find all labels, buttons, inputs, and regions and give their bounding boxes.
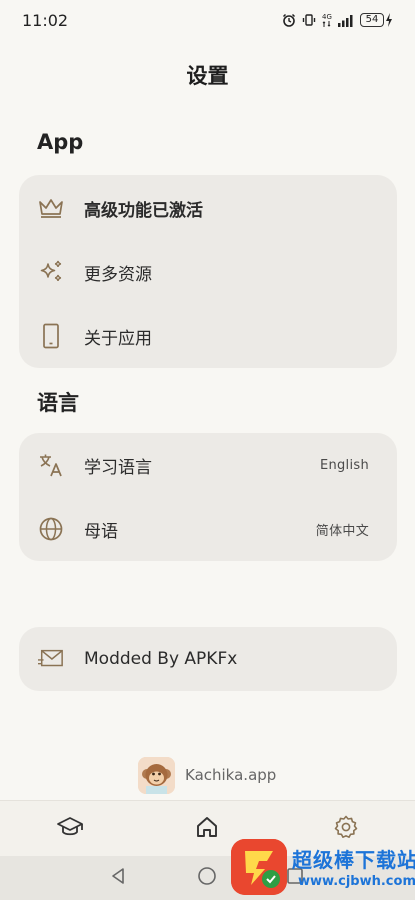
watermark: 超级棒下载站 www.cjbwh.com <box>228 832 415 900</box>
vibrate-icon <box>302 13 316 27</box>
crown-icon <box>38 195 64 221</box>
monkey-logo-icon <box>138 756 175 794</box>
settings-item-label: 关于应用 <box>84 328 152 349</box>
nav-home[interactable] <box>192 814 222 844</box>
watermark-title: 超级棒下载站 <box>292 848 415 872</box>
globe-icon <box>38 516 64 542</box>
battery-level: 54 <box>360 13 384 27</box>
translate-icon <box>38 452 64 478</box>
charging-icon <box>386 13 392 27</box>
settings-item-label: 高级功能已激活 <box>84 200 203 221</box>
alarm-icon <box>282 13 296 27</box>
battery-indicator: 54 <box>360 13 393 27</box>
back-triangle-icon <box>109 867 127 889</box>
home-circle-icon <box>197 866 217 890</box>
language-settings-card: 学习语言 English 母语 简体中文 <box>19 433 397 561</box>
app-settings-card: 高级功能已激活 更多资源 关于应用 <box>19 175 397 368</box>
settings-item-native-language[interactable]: 母语 简体中文 <box>19 497 397 561</box>
home-button[interactable] <box>196 867 218 889</box>
phone-icon <box>38 323 64 349</box>
watermark-logo-icon <box>231 839 287 895</box>
footer-brand[interactable]: Kachika.app <box>138 756 276 794</box>
network-indicator: 4G <box>322 12 332 27</box>
native-language-value: 简体中文 <box>315 523 369 539</box>
settings-item-label: 母语 <box>84 521 118 542</box>
status-bar: 11:02 4G 54 <box>0 0 415 40</box>
settings-item-premium[interactable]: 高级功能已激活 <box>19 176 397 240</box>
nav-learn[interactable] <box>55 814 85 844</box>
settings-item-modded[interactable]: Modded By APKFx <box>19 627 397 691</box>
network-label: 4G <box>322 12 332 21</box>
watermark-url: www.cjbwh.com <box>298 874 415 889</box>
settings-item-label: Modded By APKFx <box>84 649 238 669</box>
page-title: 设置 <box>186 64 229 88</box>
status-time: 11:02 <box>22 10 69 30</box>
modded-card: Modded By APKFx <box>19 627 397 691</box>
settings-item-more-resources[interactable]: 更多资源 <box>19 240 397 304</box>
settings-item-about[interactable]: 关于应用 <box>19 304 397 368</box>
learning-language-value: English <box>319 457 369 473</box>
sparkles-icon <box>38 259 64 285</box>
section-title-language: 语言 <box>37 391 79 415</box>
settings-item-label: 学习语言 <box>84 457 152 478</box>
section-title-app: App <box>37 130 84 154</box>
status-icons: 4G 54 <box>282 13 393 27</box>
home-icon <box>195 815 219 843</box>
mail-icon <box>38 646 64 672</box>
settings-item-learning-language[interactable]: 学习语言 English <box>19 433 397 497</box>
graduation-cap-icon <box>56 816 84 842</box>
signal-icon <box>338 14 354 27</box>
brand-name: Kachika.app <box>185 766 277 784</box>
settings-item-label: 更多资源 <box>84 264 152 285</box>
back-button[interactable] <box>107 867 129 889</box>
